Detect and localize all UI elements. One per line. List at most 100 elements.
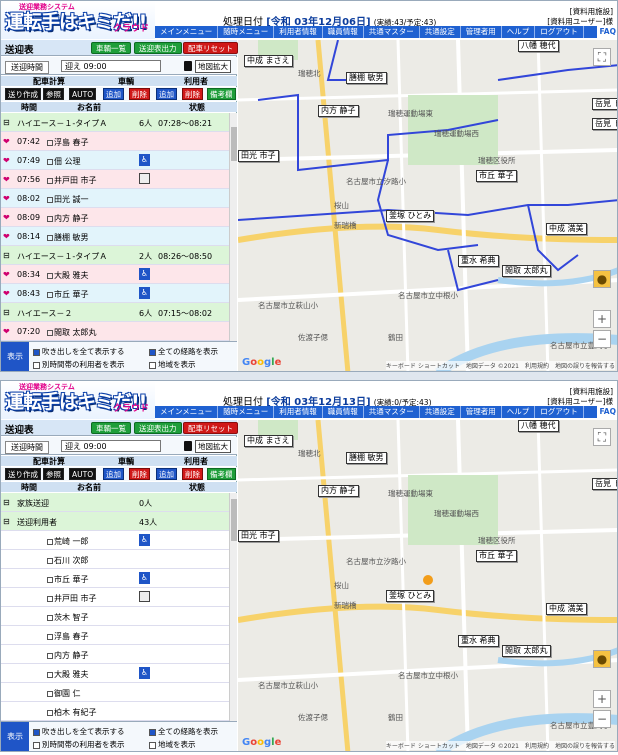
menu-adhoc[interactable]: 随時メニュー xyxy=(218,26,275,38)
vehicle-delete-button[interactable]: 削除 xyxy=(129,88,150,100)
list-scrollbar[interactable] xyxy=(229,113,237,341)
menu-master[interactable]: 共通マスター xyxy=(364,26,420,38)
user-name[interactable]: 市丘 華子 xyxy=(47,574,89,585)
user-row[interactable]: ❤ 07:49 佃 公理 ♿ xyxy=(1,151,237,170)
map-user-label[interactable]: 岳見 ト xyxy=(592,98,617,110)
user-name[interactable]: 佃 公理 xyxy=(47,156,81,167)
map-attribution[interactable]: キーボード ショートカット 地図データ ©2021 利用規約 地図の誤りを報告す… xyxy=(385,741,615,750)
app-logo[interactable]: 送迎業務システム 運転手はキミだ!! クラウド xyxy=(1,1,155,39)
collapse-icon[interactable]: ⊟ xyxy=(3,118,10,127)
dispatch-reset-button[interactable]: 配車リセット xyxy=(183,42,238,54)
user-row[interactable]: ❤ 07:56 井戸田 市子 xyxy=(1,170,237,189)
show-all-routes-option[interactable]: 全ての経路を表示 xyxy=(149,346,218,357)
fullscreen-icon[interactable]: ⛶ xyxy=(593,48,611,66)
map-zoom-button[interactable]: 地図拡大 xyxy=(195,60,231,73)
user-name[interactable]: 柏木 有紀子 xyxy=(47,707,97,718)
app-logo[interactable]: 送迎業務システム 運転手はキミだ!! クラウド xyxy=(1,381,155,419)
map-user-label[interactable]: 重水 希典 xyxy=(458,255,499,267)
user-name[interactable]: 田光 誠一 xyxy=(47,194,89,205)
auto-button[interactable]: AUTO xyxy=(69,468,97,480)
remarks-button[interactable]: 備考欄 xyxy=(207,88,236,100)
remarks-button[interactable]: 備考欄 xyxy=(207,468,236,480)
show-all-balloons-option[interactable]: 吹き出しを全て表示する xyxy=(33,346,125,357)
collapse-icon[interactable]: ⊟ xyxy=(3,517,10,526)
menu-users[interactable]: 利用者情報 xyxy=(274,26,323,38)
menu-logout[interactable]: ログアウト xyxy=(535,406,584,418)
reference-button[interactable]: 参照 xyxy=(43,88,64,100)
user-name[interactable]: 大殿 雅夫 xyxy=(47,270,89,281)
list-scrollbar[interactable] xyxy=(229,493,237,721)
map-user-label[interactable]: 重水 希典 xyxy=(458,635,499,647)
show-all-routes-option[interactable]: 全ての経路を表示 xyxy=(149,726,218,737)
map-user-label[interactable]: 中成 満美 xyxy=(546,223,587,235)
user-row[interactable]: ❤ 08:34 大殿 雅夫 ♿ xyxy=(1,265,237,284)
user-delete-button[interactable]: 削除 xyxy=(182,468,203,480)
pegman-icon[interactable]: ● xyxy=(593,270,611,288)
map-user-label[interactable]: 中成 まさえ xyxy=(244,435,293,447)
user-name[interactable]: 閲取 太郎丸 xyxy=(47,327,97,338)
schedule-export-button[interactable]: 送迎表出力 xyxy=(134,422,182,434)
create-dropoff-button[interactable]: 送り作成 xyxy=(5,468,41,480)
reference-button[interactable]: 参照 xyxy=(43,468,64,480)
map-user-label[interactable]: 田光 市子 xyxy=(238,150,279,162)
map-attribution[interactable]: キーボード ショートカット 地図データ ©2021 利用規約 地図の誤りを報告す… xyxy=(385,361,615,370)
map-user-label[interactable]: 八幡 穂代 xyxy=(518,420,559,432)
dispatch-reset-button[interactable]: 配車リセット xyxy=(183,422,238,434)
user-name[interactable]: 膳棚 敏男 xyxy=(47,232,89,243)
vehicle-add-button[interactable]: 追加 xyxy=(103,88,124,100)
member-row[interactable]: 市丘 華子 ♿ xyxy=(1,569,237,588)
user-add-button[interactable]: 追加 xyxy=(156,88,177,100)
menu-admin[interactable]: 管理者用 xyxy=(461,26,502,38)
vehicle-row[interactable]: ⊟ ハイエース－１-タイプＡ 2人 08:26～08:50 xyxy=(1,246,237,265)
menu-users[interactable]: 利用者情報 xyxy=(274,406,323,418)
show-other-time-users-option[interactable]: 別時間帯の利用者を表示 xyxy=(33,739,125,750)
user-add-button[interactable]: 追加 xyxy=(156,468,177,480)
vehicle-delete-button[interactable]: 削除 xyxy=(129,468,150,480)
schedule-export-button[interactable]: 送迎表出力 xyxy=(134,42,182,54)
user-name[interactable]: 井戸田 市子 xyxy=(47,593,97,604)
map-user-label[interactable]: 中成 まさえ xyxy=(244,55,293,67)
map-user-label[interactable]: 閲取 太郎丸 xyxy=(502,645,551,657)
user-name[interactable]: 市丘 華子 xyxy=(47,289,89,300)
user-delete-button[interactable]: 削除 xyxy=(182,88,203,100)
map-user-label[interactable]: 釜塚 ひとみ xyxy=(386,590,435,602)
user-row[interactable]: ❤ 07:20 閲取 太郎丸 xyxy=(1,322,237,341)
map-user-label[interactable]: 膳棚 敏男 xyxy=(346,72,387,84)
menu-staff[interactable]: 職員情報 xyxy=(323,406,364,418)
user-name[interactable]: 井戸田 市子 xyxy=(47,175,97,186)
menu-staff[interactable]: 職員情報 xyxy=(323,26,364,38)
zoom-out-button[interactable]: − xyxy=(593,710,611,728)
menu-settings[interactable]: 共通設定 xyxy=(420,26,461,38)
member-row[interactable]: 浮島 春子 xyxy=(1,626,237,645)
member-row[interactable]: 石川 次郎 xyxy=(1,550,237,569)
route-map[interactable]: 瑞穂北 瑞穂運動場東 瑞穂運動場西 瑞穂区役所 名古屋市立汐路小 桜山 名古屋市… xyxy=(238,40,617,371)
menu-help[interactable]: ヘルプ xyxy=(502,26,536,38)
menu-help[interactable]: ヘルプ xyxy=(502,406,536,418)
user-name[interactable]: 大殿 雅夫 xyxy=(47,669,89,680)
user-name[interactable]: 内方 静子 xyxy=(47,213,89,224)
map-user-label[interactable]: 内方 静子 xyxy=(318,485,359,497)
menu-main[interactable]: メインメニュー xyxy=(155,406,219,418)
toggle-switch[interactable] xyxy=(184,61,192,71)
member-row[interactable]: 内方 静子 xyxy=(1,645,237,664)
show-other-time-users-option[interactable]: 別時間帯の利用者を表示 xyxy=(33,359,125,370)
map-user-label[interactable]: 内方 静子 xyxy=(318,105,359,117)
user-row[interactable]: ❤ 07:42 浮島 春子 xyxy=(1,132,237,151)
user-name[interactable]: 御園 仁 xyxy=(47,688,81,699)
faq-button[interactable]: FAQ xyxy=(596,26,617,38)
group-row[interactable]: ⊟ 送迎利用者 43人 xyxy=(1,512,237,531)
collapse-icon[interactable]: ⊟ xyxy=(3,251,10,260)
pegman-icon[interactable]: ● xyxy=(593,650,611,668)
zoom-out-button[interactable]: − xyxy=(593,330,611,348)
auto-button[interactable]: AUTO xyxy=(69,88,97,100)
zoom-in-button[interactable]: + xyxy=(593,690,611,708)
vehicle-add-button[interactable]: 追加 xyxy=(103,468,124,480)
member-row[interactable]: 大殿 雅夫 ♿ xyxy=(1,664,237,683)
user-name[interactable]: 内方 静子 xyxy=(47,650,89,661)
user-name[interactable]: 浮島 春子 xyxy=(47,631,89,642)
menu-logout[interactable]: ログアウト xyxy=(535,26,584,38)
menu-admin[interactable]: 管理者用 xyxy=(461,406,502,418)
user-name[interactable]: 浮島 春子 xyxy=(47,137,89,148)
map-zoom-button[interactable]: 地図拡大 xyxy=(195,440,231,453)
scroll-thumb[interactable] xyxy=(231,499,237,541)
